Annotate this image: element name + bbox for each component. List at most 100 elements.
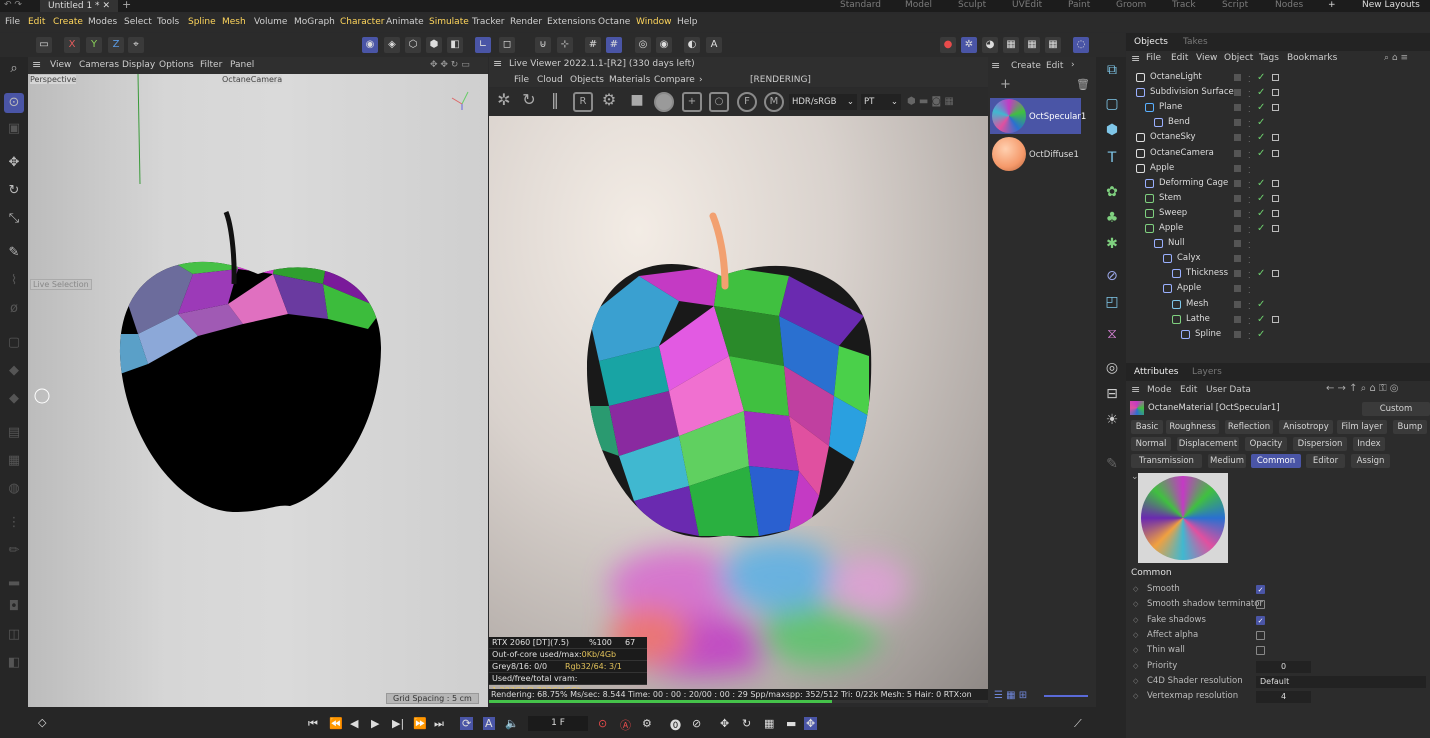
tag-icon[interactable] xyxy=(1272,149,1279,157)
preset-select[interactable]: Custom xyxy=(1362,402,1430,416)
menu-item-create[interactable]: Create xyxy=(53,17,83,27)
render-mode-select[interactable]: PT ⌄ xyxy=(861,94,901,110)
axis-x-button[interactable]: X xyxy=(64,37,80,53)
camera-icon[interactable]: ◎ xyxy=(1101,357,1123,379)
spline-pen-icon[interactable]: ✎ xyxy=(4,243,24,263)
grid-icon[interactable]: # xyxy=(585,37,601,53)
attr-tab-assign[interactable]: Assign xyxy=(1351,454,1390,468)
attr-menu-edit[interactable]: Edit xyxy=(1180,385,1197,395)
material-menu-create[interactable]: Create xyxy=(1011,61,1041,71)
solo-icon[interactable]: ◻ xyxy=(499,37,515,53)
sun-icon[interactable]: ☀ xyxy=(1101,409,1123,431)
menu-item-character[interactable]: Character xyxy=(340,17,384,27)
layer-swatch[interactable] xyxy=(1234,225,1241,232)
menu-item-modes[interactable]: Modes xyxy=(88,17,117,27)
knife-icon[interactable]: ⌇ xyxy=(4,271,24,291)
autokey-icon[interactable]: A xyxy=(483,717,495,730)
mirror-icon[interactable]: ⋮ xyxy=(4,513,24,533)
property-field[interactable]: 4 xyxy=(1256,691,1311,704)
points-mode-icon[interactable]: ◈ xyxy=(384,37,400,53)
loop-icon[interactable]: ⟳ xyxy=(460,717,474,730)
layout-tab[interactable]: Paint xyxy=(1068,0,1090,10)
bevel-icon[interactable]: ◆ xyxy=(4,361,24,381)
object-row[interactable]: Deforming Cage ⁚ ✓ xyxy=(1126,176,1430,191)
attr-menu-userdata[interactable]: User Data xyxy=(1206,385,1251,395)
layer-swatch[interactable] xyxy=(1234,134,1241,142)
attr-menu-icon[interactable]: ≡ xyxy=(1131,383,1140,396)
bridge-icon[interactable]: ◆ xyxy=(4,389,24,409)
mograph-icon[interactable]: ♣ xyxy=(1101,207,1123,229)
pause-render-icon[interactable]: ‖ xyxy=(545,92,565,112)
tag-icon[interactable] xyxy=(1272,134,1279,142)
workplane-tool-icon[interactable]: ◫ xyxy=(4,625,24,645)
enabled-check-icon[interactable]: ✓ xyxy=(1257,206,1265,221)
render-view-icon[interactable]: ● xyxy=(940,37,956,53)
material-menu-more-icon[interactable]: › xyxy=(1071,60,1075,70)
enabled-check-icon[interactable]: ✓ xyxy=(1257,221,1265,236)
attr-tab-editor[interactable]: Editor xyxy=(1306,454,1345,468)
object-row[interactable]: Stem ⁚ ✓ xyxy=(1126,191,1430,206)
send-scene-icon[interactable]: ✲ xyxy=(494,92,514,112)
object-row[interactable]: Calyx ⁚ xyxy=(1126,251,1430,266)
attr-tab-basic[interactable]: Basic xyxy=(1131,420,1163,434)
visibility-dots-icon[interactable]: ⁚ xyxy=(1248,329,1251,344)
animate-diamond-icon[interactable]: ◇ xyxy=(1133,677,1138,685)
weight-icon[interactable]: ◍ xyxy=(4,479,24,499)
search-icon[interactable]: ⌕ ⌂ ≡ xyxy=(1384,53,1408,63)
live-viewer-render[interactable] xyxy=(489,116,988,690)
magnet-icon[interactable]: ⊍ xyxy=(535,37,551,53)
viewport-menu-filter[interactable]: Filter xyxy=(200,60,222,70)
attr-menu-mode[interactable]: Mode xyxy=(1147,385,1172,395)
color-space-select[interactable]: HDR/sRGB ⌄ xyxy=(789,94,857,110)
prev-frame-icon[interactable]: ◀ xyxy=(350,717,358,730)
tab-objects[interactable]: Objects xyxy=(1134,37,1168,47)
layout-tab[interactable]: New Layouts xyxy=(1362,0,1420,10)
layout-tab[interactable]: Groom xyxy=(1116,0,1146,10)
menu-item-file[interactable]: File xyxy=(5,17,20,27)
next-frame-icon[interactable]: ▶| xyxy=(392,717,404,730)
pencil-icon[interactable]: ✎ xyxy=(1101,453,1123,475)
uv-icon[interactable]: ◘ xyxy=(4,597,24,617)
object-row[interactable]: Spline ⁚ ✓ xyxy=(1126,327,1430,342)
texture-icon[interactable]: ▦ xyxy=(4,451,24,471)
search-icon[interactable]: ⌕ xyxy=(4,59,24,79)
lv-menu-materials[interactable]: Materials xyxy=(609,75,650,85)
coordinate-system-icon[interactable]: ⌖ xyxy=(128,37,144,53)
nav-back-icon[interactable]: ← → ↑ ⌕ ⌂ ⚿ ◎ xyxy=(1326,383,1399,394)
zoom-slider[interactable] xyxy=(1044,695,1088,697)
object-menu-icon[interactable]: ≡ xyxy=(1131,52,1140,65)
add-layout-icon[interactable]: + xyxy=(1328,0,1336,10)
enabled-check-icon[interactable]: ✓ xyxy=(1257,297,1265,312)
enabled-check-icon[interactable]: ✓ xyxy=(1257,191,1265,206)
viewport-nav-icons[interactable]: ✥ ✥ ↻ ▭ xyxy=(430,60,470,70)
viewport-menu-cameras[interactable]: Cameras xyxy=(79,60,119,70)
locked-workplane-icon[interactable]: ◧ xyxy=(4,653,24,673)
menu-item-tools[interactable]: Tools xyxy=(157,17,179,27)
object-row[interactable]: Subdivision Surface ⁚ ✓ xyxy=(1126,85,1430,100)
object-menu-bookmarks[interactable]: Bookmarks xyxy=(1287,53,1337,63)
attr-tab-reflection[interactable]: Reflection xyxy=(1225,420,1273,434)
sound-icon[interactable]: 🔈 xyxy=(505,717,519,730)
attr-tab-film-layer[interactable]: Film layer xyxy=(1337,420,1387,434)
layout-tab[interactable]: Standard xyxy=(840,0,881,10)
attr-tab-roughness[interactable]: Roughness xyxy=(1166,420,1219,434)
interactive-render-icon[interactable]: ◌ xyxy=(1073,37,1089,53)
object-row[interactable]: Lathe ⁚ ✓ xyxy=(1126,312,1430,327)
layer-swatch[interactable] xyxy=(1234,209,1241,217)
enabled-check-icon[interactable]: ✓ xyxy=(1257,85,1265,100)
layout-tab[interactable]: UVEdit xyxy=(1012,0,1042,10)
material-picker-icon[interactable]: M xyxy=(764,92,784,112)
cube-view-icon[interactable]: ⧉ xyxy=(1101,59,1123,81)
material-menu-icon[interactable]: ≡ xyxy=(991,59,1000,72)
region-render-icon[interactable]: R xyxy=(573,92,593,112)
object-row[interactable]: Mesh ⁚ ✓ xyxy=(1126,297,1430,312)
layer-swatch[interactable] xyxy=(1234,194,1241,202)
lv-menu-objects[interactable]: Objects xyxy=(570,75,604,85)
enabled-check-icon[interactable]: ✓ xyxy=(1257,146,1265,161)
menu-item-window[interactable]: Window xyxy=(636,17,672,27)
object-menu-tags[interactable]: Tags xyxy=(1259,53,1279,63)
enabled-check-icon[interactable]: ✓ xyxy=(1257,100,1265,115)
attr-tab-displacement[interactable]: Displacement xyxy=(1177,437,1239,451)
uv-mode-icon[interactable]: ◧ xyxy=(447,37,463,53)
restart-render-icon[interactable]: ↻ xyxy=(519,92,539,112)
